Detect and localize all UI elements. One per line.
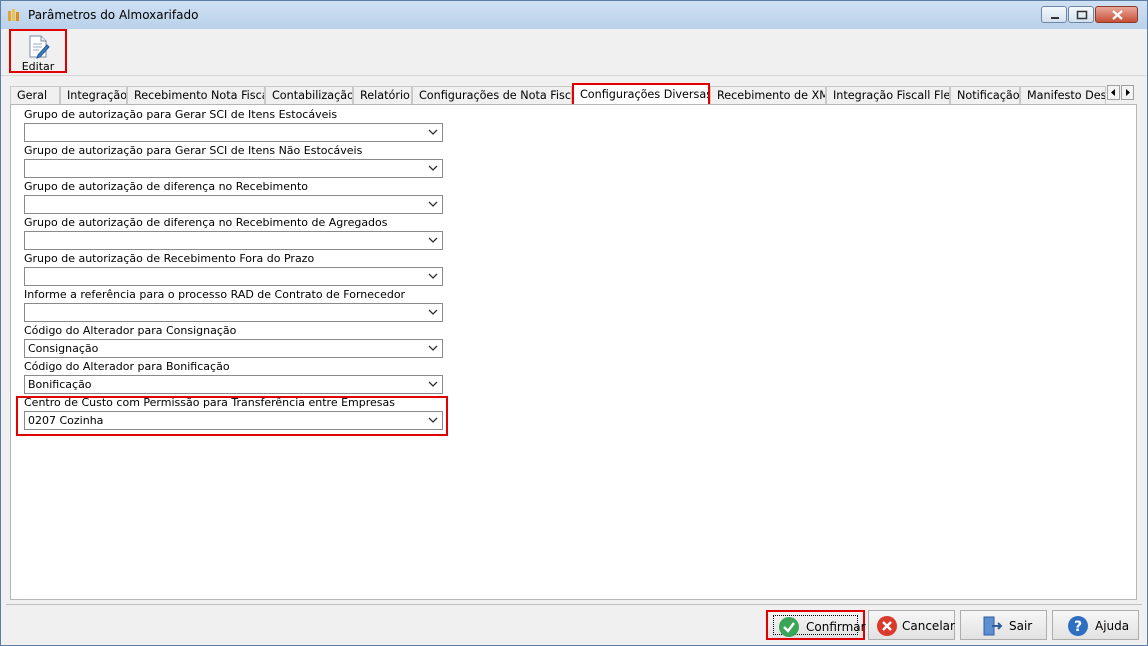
tab-relatorio[interactable]: Relatório [353, 86, 412, 104]
tab-integracao-fiscall-flex[interactable]: Integração Fiscall Flex [826, 86, 950, 104]
window-title: Parâmetros do Almoxarifado [28, 8, 199, 22]
footer-divider [6, 604, 1142, 605]
tab-manifesto-destinatario[interactable]: Manifesto Dest [1020, 86, 1106, 104]
chevron-down-icon [428, 309, 438, 315]
chevron-down-icon [428, 381, 438, 387]
chevron-down-icon [428, 273, 438, 279]
select-value: Bonificação [28, 378, 92, 391]
field-label: Centro de Custo com Permissão para Trans… [24, 396, 395, 409]
select-sci-itens-nao-estocaveis[interactable] [24, 159, 443, 178]
select-alterador-consignacao[interactable]: Consignação [24, 339, 443, 358]
select-value: 0207 Cozinha [28, 414, 104, 427]
tab-content-panel: Grupo de autorização para Gerar SCI de I… [10, 104, 1137, 600]
field-label: Grupo de autorização para Gerar SCI de I… [24, 108, 338, 121]
chevron-down-icon [428, 129, 438, 135]
select-referencia-rad[interactable] [24, 303, 443, 322]
chevron-down-icon [428, 345, 438, 351]
help-label: Ajuda [1095, 619, 1130, 633]
arrow-right-icon [1126, 89, 1130, 96]
minimize-icon [1051, 17, 1059, 19]
tab-scroll-left-button[interactable] [1107, 85, 1120, 100]
exit-door-icon [983, 616, 1003, 636]
exit-button[interactable]: Sair [960, 610, 1047, 640]
cancel-icon [877, 616, 897, 636]
chevron-down-icon [428, 201, 438, 207]
help-button[interactable]: ? Ajuda [1052, 610, 1139, 640]
chevron-down-icon [428, 417, 438, 423]
arrow-left-icon [1111, 89, 1115, 96]
tab-contabilizacao[interactable]: Contabilização [265, 86, 353, 104]
cancel-button[interactable]: Cancelar [868, 610, 955, 640]
tab-configuracoes-nota-fiscal[interactable]: Configurações de Nota Fiscal [412, 86, 572, 104]
maximize-icon [1076, 10, 1088, 20]
tab-notificacao[interactable]: Notificação [950, 86, 1020, 104]
maximize-button[interactable] [1068, 6, 1094, 23]
tab-configuracoes-diversas[interactable]: Configurações Diversas [572, 83, 710, 106]
tab-integracao[interactable]: Integração [60, 86, 127, 104]
select-diferenca-recebimento[interactable] [24, 195, 443, 214]
svg-text:?: ? [1074, 619, 1082, 635]
app-icon [8, 9, 19, 21]
close-button[interactable] [1095, 6, 1138, 23]
tab-geral[interactable]: Geral [10, 86, 60, 104]
tab-scroll-right-button[interactable] [1121, 85, 1134, 100]
edit-document-icon [29, 35, 50, 59]
field-label: Código do Alterador para Bonificação [24, 360, 230, 373]
field-label: Grupo de autorização de diferença no Rec… [24, 180, 309, 193]
tab-strip: Geral Integração Recebimento Nota Fiscal… [10, 83, 1138, 106]
tab-recebimento-xml[interactable]: Recebimento de XML [710, 86, 826, 104]
edit-button[interactable]: Editar [9, 29, 67, 73]
main-window: Parâmetros do Almoxarifado Editar Geral [0, 0, 1148, 646]
chevron-down-icon [428, 237, 438, 243]
select-centro-custo-transferencia[interactable]: 0207 Cozinha [24, 411, 443, 430]
toolbar: Editar [1, 29, 1147, 76]
select-recebimento-fora-prazo[interactable] [24, 267, 443, 286]
exit-label: Sair [1009, 619, 1033, 633]
minimize-button[interactable] [1041, 6, 1067, 23]
check-circle-icon [779, 617, 799, 637]
help-icon: ? [1068, 616, 1088, 636]
edit-button-label: Editar [21, 60, 55, 73]
select-diferenca-recebimento-agregados[interactable] [24, 231, 443, 250]
field-label: Informe a referência para o processo RAD… [24, 288, 406, 301]
field-label: Grupo de autorização para Gerar SCI de I… [24, 144, 363, 157]
confirm-button[interactable]: Confirmar [766, 610, 866, 640]
tab-recebimento-nota-fiscal[interactable]: Recebimento Nota Fiscal [127, 86, 265, 104]
title-bar: Parâmetros do Almoxarifado [1, 1, 1147, 29]
select-value: Consignação [28, 342, 99, 355]
select-alterador-bonificacao[interactable]: Bonificação [24, 375, 443, 394]
chevron-down-icon [428, 165, 438, 171]
field-label: Grupo de autorização de Recebimento Fora… [24, 252, 315, 265]
field-label: Código do Alterador para Consignação [24, 324, 237, 337]
confirm-label: Confirmar [806, 620, 866, 634]
close-icon [1112, 10, 1123, 20]
field-label: Grupo de autorização de diferença no Rec… [24, 216, 388, 229]
cancel-label: Cancelar [902, 619, 955, 633]
select-sci-itens-estocaveis[interactable] [24, 123, 443, 142]
